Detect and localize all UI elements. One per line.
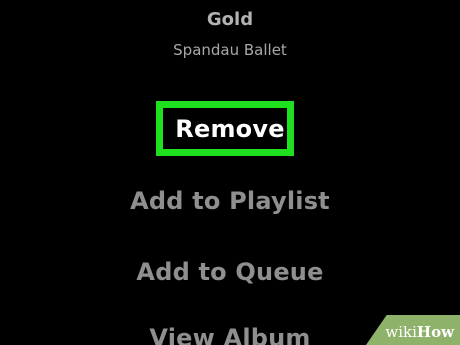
menu-item-add-to-queue-label: Add to Queue	[136, 258, 324, 286]
menu-item-add-to-queue[interactable]: Add to Queue	[0, 256, 460, 288]
menu-item-remove[interactable]: Remove	[0, 113, 460, 145]
menu-item-add-to-playlist[interactable]: Add to Playlist	[0, 185, 460, 217]
watermark-wiki: wiki	[385, 323, 417, 341]
watermark-text: wikiHow	[385, 323, 454, 341]
menu-item-remove-label: Remove	[175, 115, 285, 143]
track-title: Gold	[206, 9, 254, 30]
wikihow-watermark: wikiHow	[366, 315, 460, 345]
watermark-how: How	[416, 323, 454, 341]
track-artist: Spandau Ballet	[173, 41, 287, 59]
menu-item-view-album-label: View Album	[149, 324, 311, 345]
context-menu-screen: Gold Spandau Ballet Remove Add to Playli…	[0, 0, 460, 345]
menu-item-add-to-playlist-label: Add to Playlist	[130, 187, 330, 215]
